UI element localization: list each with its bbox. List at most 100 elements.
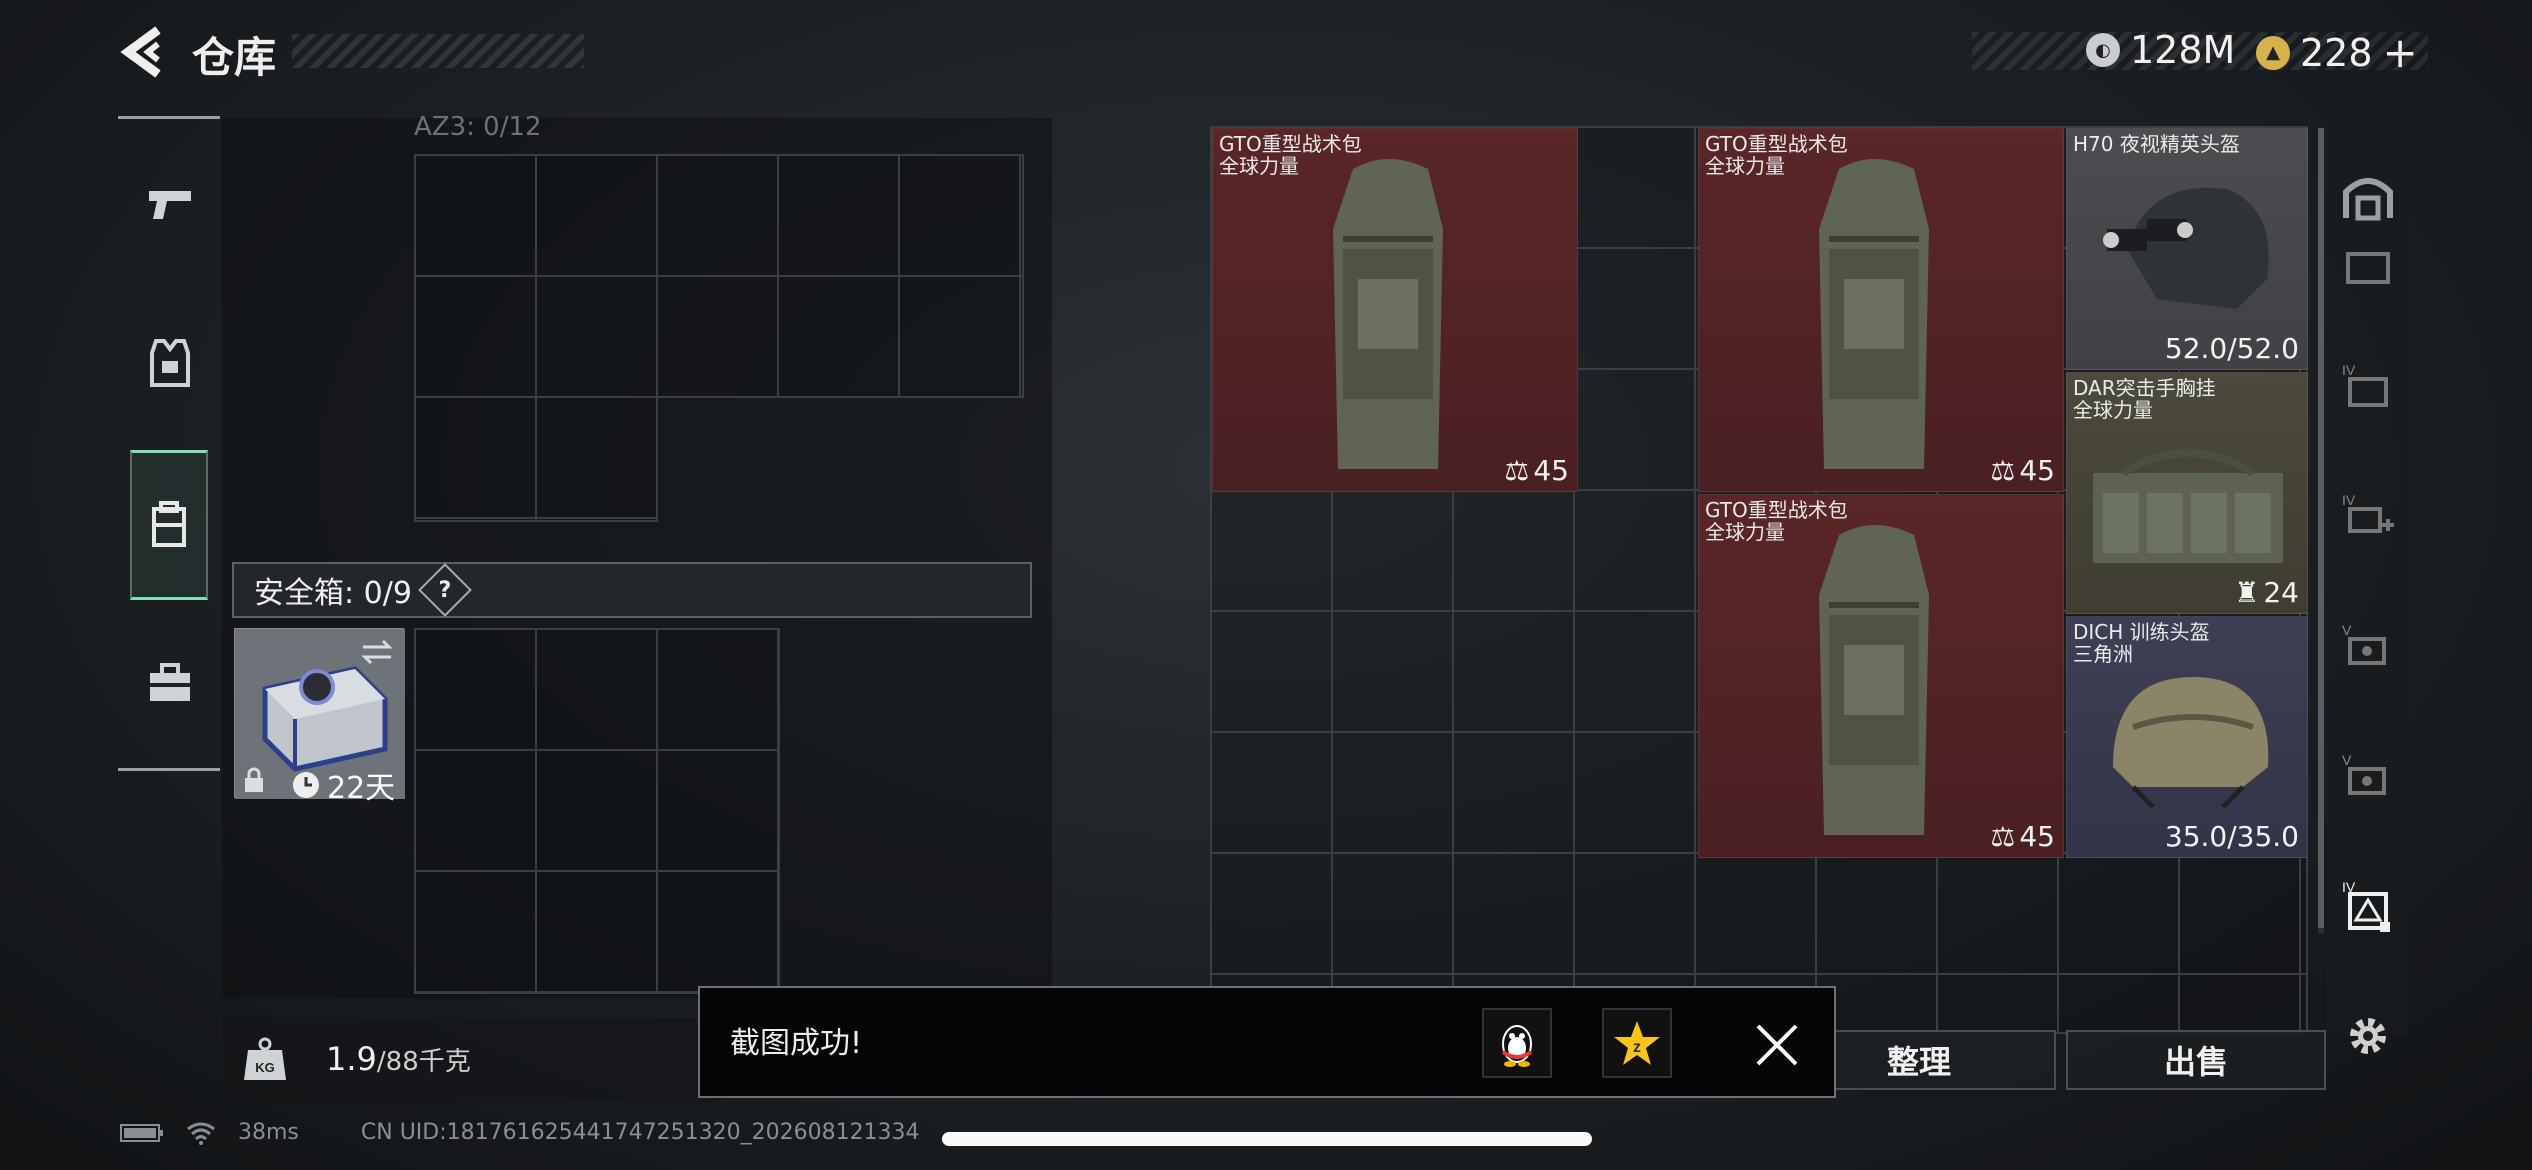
lock-icon — [245, 767, 263, 792]
item-badge: ⚖ 45 — [1990, 820, 2055, 853]
safe-box-header: 安全箱: 0/9 ? — [232, 562, 1032, 618]
badge-value: 24 — [2263, 576, 2299, 609]
page-title: 仓库 — [192, 33, 277, 82]
backpack-icon — [152, 501, 186, 547]
weight-readout: 1.9/88千克 — [326, 1040, 471, 1078]
nav-weapons[interactable] — [130, 160, 210, 250]
armor-icon: ♜ — [2234, 576, 2260, 609]
nav-backpack[interactable] — [130, 450, 208, 600]
safe-box-label: 安全箱: 0/9 — [254, 576, 412, 611]
svg-text:IV: IV — [2342, 362, 2356, 378]
settings-button[interactable] — [2338, 1006, 2398, 1066]
sell-button[interactable]: 出售 — [2066, 1030, 2326, 1090]
item-badge: ⚖ 45 — [1990, 454, 2055, 487]
item-name: DAR突击手胸挂 — [2073, 376, 2216, 400]
safe-box-grid[interactable] — [414, 628, 780, 994]
container-label: AZ3: 0/12 — [414, 112, 542, 142]
qq-penguin-icon — [1501, 1025, 1533, 1067]
silver-currency[interactable]: ◐ 128M — [2086, 28, 2235, 72]
chest-rig-image — [2093, 449, 2283, 563]
container-tab-active[interactable]: IV — [2338, 876, 2398, 936]
battery-icon — [120, 1123, 163, 1142]
silver-currency-value: 128M — [2130, 28, 2236, 72]
item-name: H70 夜视精英头盔 — [2073, 132, 2240, 156]
gold-currency[interactable]: ▲ 228 + — [2256, 28, 2418, 77]
clock-icon — [293, 772, 319, 798]
storage-item[interactable]: DAR突击手胸挂 全球力量 ♜ 24 — [2066, 372, 2308, 614]
safe-box-duration: 22天 — [291, 763, 395, 807]
safe-box-item[interactable]: 22天 — [234, 628, 405, 806]
item-subtitle: 全球力量 — [1705, 520, 1785, 544]
storage-home-tab[interactable] — [2338, 166, 2398, 226]
sidebar-scrollbar[interactable] — [2318, 128, 2324, 934]
nav-armor[interactable] — [130, 318, 210, 408]
gold-coin-icon: ▲ — [2256, 35, 2290, 70]
container-tab-3[interactable]: IV — [2338, 486, 2398, 546]
item-subtitle: 三角洲 — [2073, 642, 2133, 666]
container-tab-2[interactable]: IV — [2338, 356, 2398, 416]
toolbox-icon — [150, 663, 190, 701]
badge-value: 45 — [2019, 454, 2055, 487]
storage-item[interactable]: H70 夜视精英头盔 52.0/52.0 — [2066, 128, 2308, 370]
item-badge: 52.0/52.0 — [2165, 332, 2299, 365]
qzone-star-icon: z — [1614, 1021, 1660, 1065]
badge-value: 45 — [1533, 454, 1569, 487]
container-icon — [2346, 252, 2390, 284]
storage-item[interactable]: GTO重型战术包 全球力量 ⚖ 45 — [1698, 128, 2064, 492]
weight-icon: ⚖ — [1990, 820, 2016, 853]
gold-currency-value: 228 — [2300, 30, 2373, 75]
item-subtitle: 全球力量 — [1705, 154, 1785, 178]
container-tab-5[interactable]: V — [2338, 746, 2398, 806]
container-icon: IV — [2342, 362, 2388, 407]
container-icon: IV — [2342, 492, 2394, 533]
helmet-image — [2103, 187, 2269, 309]
back-button[interactable] — [118, 22, 168, 82]
weight-icon: ⚖ — [1990, 454, 2016, 487]
weight-bar — [222, 1018, 722, 1102]
gear-icon — [2350, 1018, 2386, 1054]
swap-icon[interactable] — [359, 637, 395, 667]
home-indicator[interactable] — [942, 1132, 1592, 1146]
storage-item[interactable]: GTO重型战术包 全球力量 ⚖ 45 — [1698, 494, 2064, 858]
weight-icon: KG — [242, 1036, 288, 1082]
user-uid: CN UID:18176162544174725132​0_2026081213… — [360, 1120, 920, 1145]
help-button[interactable]: ? — [418, 563, 472, 617]
safe-container-icon: IV — [2342, 879, 2390, 932]
storage-icon — [2343, 178, 2393, 221]
toast-close-button[interactable] — [1752, 1020, 1802, 1070]
share-qzone-button[interactable]: z — [1602, 1008, 1672, 1078]
backpack-image — [1819, 159, 1929, 469]
badge-value: 35.0/35.0 — [2164, 820, 2299, 853]
toast-message: 截图成功! — [730, 1026, 863, 1061]
pistol-icon — [149, 191, 191, 219]
share-qq-button[interactable] — [1482, 1008, 1552, 1078]
svg-text:z: z — [1633, 1039, 1641, 1056]
weight-value: 1.9 — [326, 1040, 377, 1078]
status-bar: 38ms CN UID:18176162544174725132​0_20260… — [120, 1120, 920, 1145]
backpack-image — [1333, 159, 1443, 469]
container-tab-4[interactable]: V — [2338, 616, 2398, 676]
nav-divider-bottom — [118, 768, 220, 771]
svg-text:V: V — [2342, 622, 2352, 638]
container-tab-1[interactable] — [2338, 236, 2398, 296]
ping-value: 38ms — [238, 1120, 299, 1145]
item-badge: ⚖ 45 — [1504, 454, 1569, 487]
container-grid-bottom[interactable] — [414, 396, 658, 522]
nav-tools[interactable] — [130, 638, 210, 728]
backpack-image — [1819, 525, 1929, 835]
close-icon — [1756, 1024, 1798, 1066]
storage-item[interactable]: DICH 训练头盔 三角洲 35.0/35.0 — [2066, 616, 2308, 858]
helmet-image — [2113, 677, 2269, 809]
item-name: DICH 训练头盔 — [2073, 620, 2210, 644]
add-gold-button[interactable]: + — [2383, 28, 2418, 77]
storage-item[interactable]: GTO重型战术包 全球力量 ⚖ 45 — [1212, 128, 1578, 492]
svg-text:KG: KG — [255, 1060, 275, 1075]
silver-coin-icon: ◐ — [2086, 33, 2120, 67]
vest-icon — [150, 339, 190, 387]
badge-value: 45 — [2019, 820, 2055, 853]
weight-capacity: /88千克 — [376, 1047, 471, 1077]
container-grid-top[interactable] — [414, 154, 1024, 398]
weight-icon: ⚖ — [1504, 454, 1530, 487]
help-icon: ? — [438, 577, 452, 603]
item-subtitle: 全球力量 — [1219, 154, 1299, 178]
